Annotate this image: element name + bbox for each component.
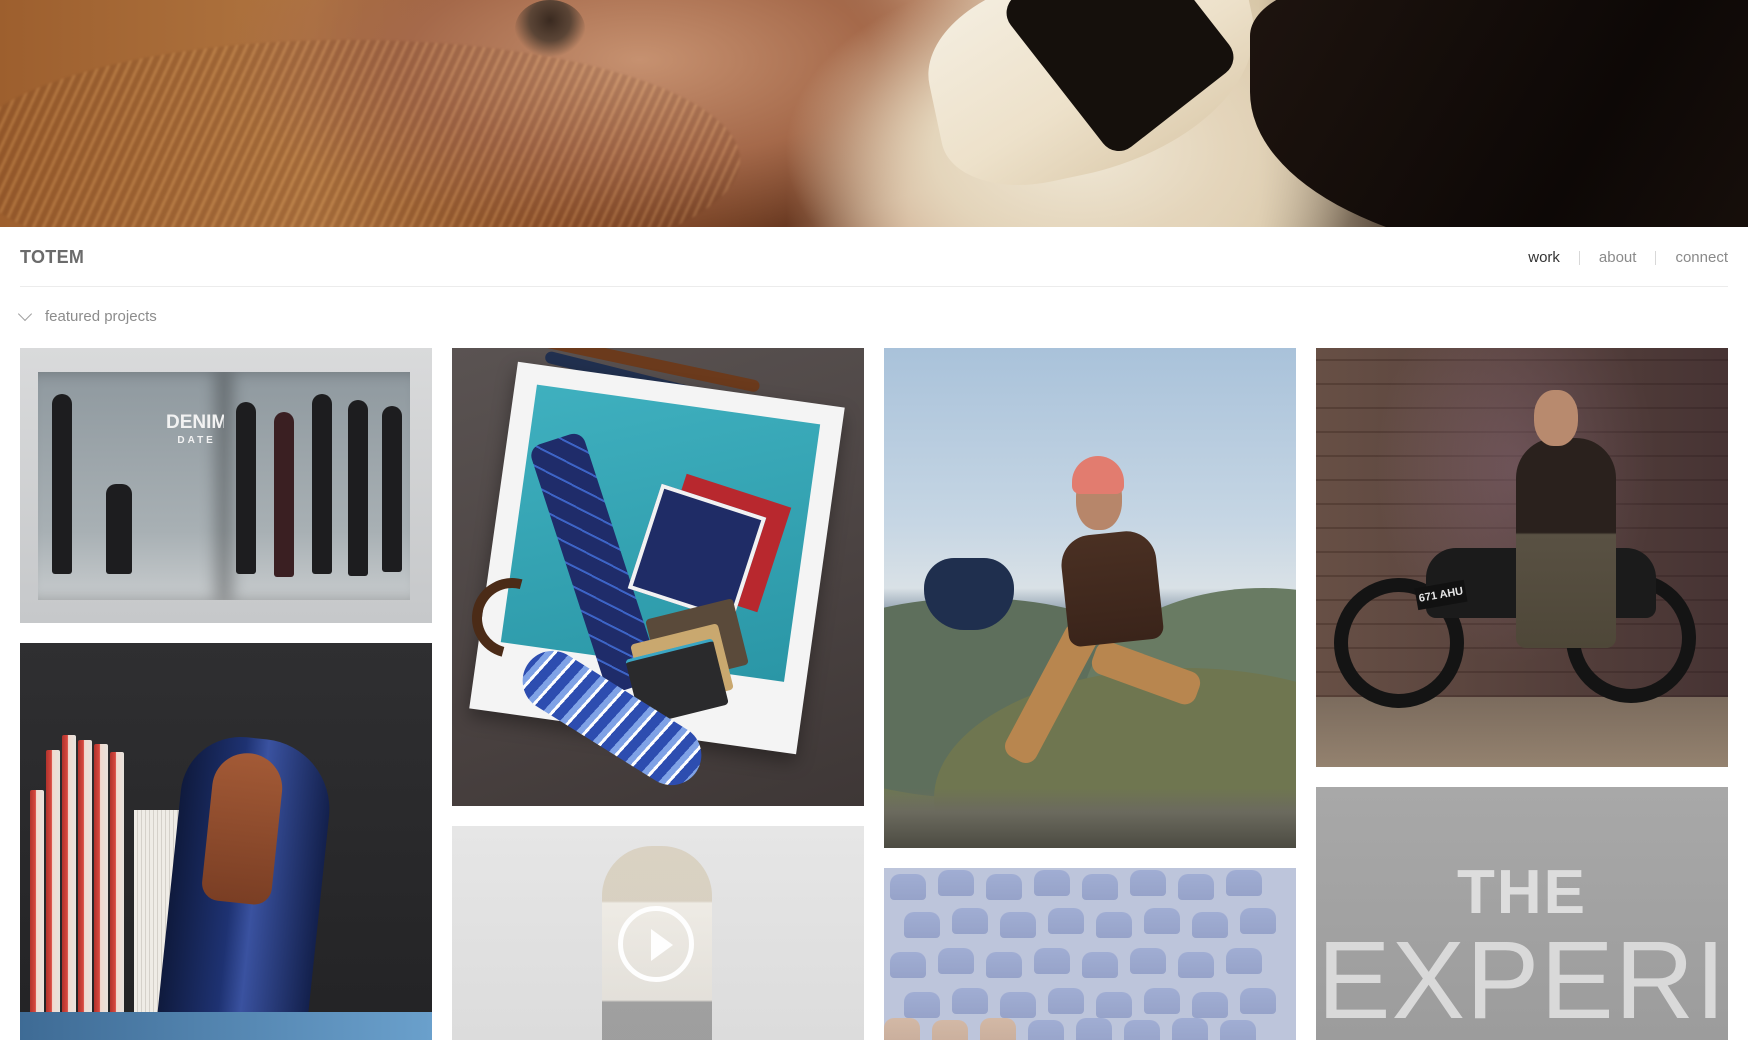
beanie-hat	[1072, 456, 1124, 494]
book-spine	[78, 740, 92, 1040]
rider-head	[1534, 390, 1578, 446]
book-spine	[62, 735, 76, 1040]
project-tile-accessories[interactable]	[452, 348, 864, 806]
magazine-headline: DENIM DATE	[166, 413, 227, 450]
featured-projects-toggle[interactable]: featured projects	[17, 306, 157, 325]
model-figure	[382, 406, 402, 572]
project-tile-outdoor[interactable]	[884, 348, 1296, 848]
hero-jacket	[1250, 0, 1748, 227]
project-tile-stadium[interactable]	[884, 868, 1296, 1040]
nav-divider	[1655, 250, 1657, 265]
nav-connect[interactable]: connect	[1675, 249, 1728, 266]
nav-about[interactable]: about	[1599, 249, 1637, 266]
hiker-body	[1058, 528, 1165, 648]
project-tile-denim[interactable]: DENIM DATE	[20, 348, 432, 623]
book-spine	[46, 750, 60, 1040]
display-stand	[20, 1012, 432, 1040]
project-tile-motorbike[interactable]: 671 AHU	[1316, 348, 1728, 767]
play-icon[interactable]	[618, 906, 694, 982]
photo-overlay	[884, 868, 1296, 1040]
experience-title-line2: EXPERI	[1317, 919, 1727, 1040]
rocks	[884, 788, 1296, 848]
book-spine	[110, 752, 124, 1040]
book-spine	[94, 744, 108, 1040]
book-spine	[30, 790, 44, 1040]
brand-logo[interactable]: TOTEM	[20, 247, 84, 268]
project-tile-experience[interactable]: THE EXPERI	[1316, 787, 1728, 1040]
site-header: TOTEM work about connect	[20, 227, 1728, 287]
main-nav: work about connect	[1528, 249, 1728, 266]
pavement	[1316, 697, 1728, 767]
hero-hair	[0, 40, 740, 227]
model-figure	[52, 394, 72, 574]
project-tile-loafer[interactable]	[20, 643, 432, 1040]
rider-figure	[1516, 438, 1616, 648]
magazine-page-left: DENIM DATE	[38, 372, 227, 600]
model-figure	[312, 394, 332, 574]
magazine-subline: DATE	[177, 435, 216, 446]
model-figure	[236, 402, 256, 574]
hero-eye	[515, 0, 585, 58]
section-title: featured projects	[45, 308, 157, 325]
magazine-page-right	[224, 372, 410, 600]
model-figure	[348, 400, 368, 576]
model-figure	[106, 484, 132, 574]
chevron-down-icon	[17, 306, 33, 321]
duffel-bag	[924, 558, 1014, 630]
model-figure	[274, 412, 294, 577]
nav-divider	[1578, 250, 1580, 265]
nav-work[interactable]: work	[1528, 249, 1560, 266]
project-tile-video[interactable]	[452, 826, 864, 1040]
hero-image	[0, 0, 1748, 227]
